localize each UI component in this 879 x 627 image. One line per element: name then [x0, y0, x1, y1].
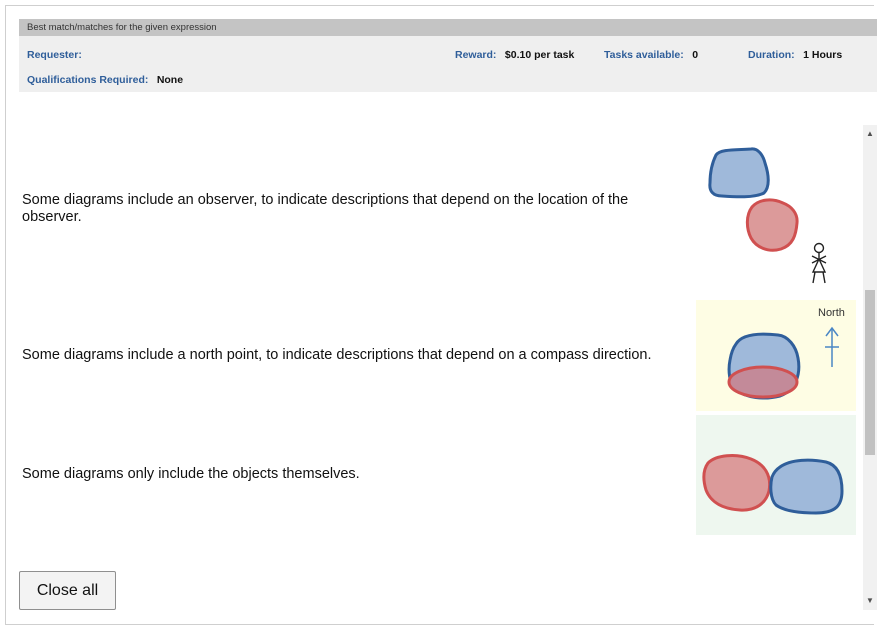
tasks-available-label: Tasks available: [604, 49, 684, 61]
duration-value: 1 Hours [803, 49, 843, 61]
qualifications-field: Qualifications Required: None [27, 70, 183, 88]
instruction-text-north: Some diagrams include a north point, to … [22, 347, 652, 363]
tasks-available-field: Tasks available: 0 [604, 45, 698, 63]
reward-field: Reward: $0.10 per task [455, 45, 574, 63]
instruction-text-observer: Some diagrams include an observer, to in… [22, 192, 629, 225]
objects-only-diagram-icon [696, 415, 856, 535]
requester-label: Requester: [27, 49, 82, 61]
scroll-up-arrow-icon[interactable]: ▲ [863, 127, 877, 141]
tasks-available-value: 0 [692, 49, 699, 61]
reward-label: Reward: [455, 49, 497, 61]
scrollbar-thumb[interactable] [865, 290, 875, 455]
north-label: North [818, 307, 845, 319]
close-all-button[interactable]: Close all [19, 571, 116, 610]
north-point-diagram-icon: North [696, 300, 856, 411]
requester-field: Requester: [27, 45, 86, 63]
scroll-down-arrow-icon[interactable]: ▼ [863, 594, 877, 608]
duration-label: Duration: [748, 49, 795, 61]
instruction-text-objects: Some diagrams only include the objects t… [22, 466, 360, 482]
qualifications-value: None [156, 74, 184, 86]
vertical-scrollbar[interactable]: ▲ ▼ [863, 125, 877, 610]
duration-field: Duration: 1 Hours [748, 45, 842, 63]
observer-diagram-icon [696, 125, 856, 297]
qualifications-label: Qualifications Required: [27, 74, 149, 86]
hit-info-bar: Requester: Reward: $0.10 per task Tasks … [19, 36, 877, 92]
hit-title: Best match/matches for the given express… [19, 19, 877, 36]
instructions-scroll-area[interactable]: Some diagrams include an observer, to in… [6, 125, 863, 625]
reward-value: $0.10 per task [504, 49, 575, 61]
